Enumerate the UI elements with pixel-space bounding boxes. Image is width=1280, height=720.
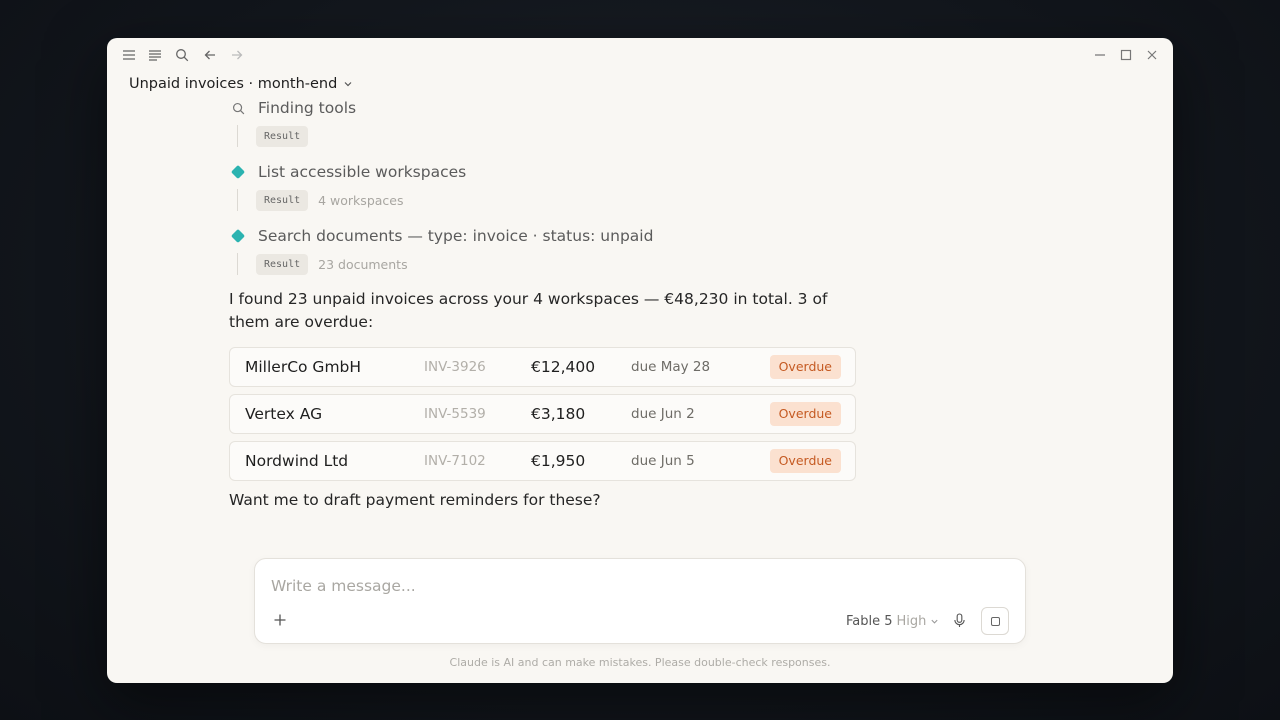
- invoice-amount: €1,950: [531, 452, 586, 470]
- tool-step: List accessible workspaces Result 4 work…: [230, 161, 466, 211]
- maximize-icon[interactable]: [1118, 47, 1134, 63]
- conversation-title: Unpaid invoices · month-end: [129, 76, 338, 92]
- minimize-icon[interactable]: [1092, 47, 1108, 63]
- invoice-company: Nordwind Ltd: [245, 452, 349, 470]
- back-arrow-icon[interactable]: [202, 47, 218, 63]
- microphone-icon: [953, 612, 965, 627]
- invoice-due: due Jun 2: [631, 406, 695, 422]
- tool-step: Search documents — type: invoice · statu…: [230, 225, 653, 275]
- result-meta: 23 documents: [318, 256, 408, 272]
- invoice-row: Nordwind Ltd INV-7102 €1,950 due Jun 5 O…: [229, 441, 856, 481]
- status-badge: Overdue: [769, 449, 841, 473]
- stop-icon: [990, 616, 1000, 626]
- model-name: Fable 5: [846, 613, 893, 629]
- invoice-company: MillerCo GmbH: [245, 358, 362, 376]
- model-level: High: [896, 613, 927, 629]
- invoice-due: due Jun 5: [631, 453, 695, 469]
- invoice-row: Vertex AG INV-5539 €3,180 due Jun 2 Over…: [229, 394, 856, 434]
- invoice-due: due May 28: [631, 359, 711, 375]
- invoice-company: Vertex AG: [245, 405, 323, 423]
- search-icon: [230, 100, 246, 116]
- invoice-row: MillerCo GmbH INV-3926 €12,400 due May 2…: [229, 347, 856, 387]
- result-meta: 4 workspaces: [318, 192, 404, 208]
- step-result: Result 4 workspaces: [237, 189, 403, 211]
- chevron-down-icon: [931, 619, 938, 624]
- forward-arrow-icon[interactable]: [229, 47, 245, 63]
- plus-icon: [274, 614, 286, 626]
- model-selector[interactable]: Fable 5 High: [846, 611, 939, 631]
- stop-button[interactable]: [981, 607, 1009, 635]
- invoice-id: INV-5539: [424, 406, 486, 422]
- step-result: Result 23 documents: [237, 253, 408, 275]
- step-label[interactable]: Search documents — type: invoice · statu…: [258, 227, 653, 245]
- conversation-title-dropdown[interactable]: Unpaid invoices · month-end: [129, 76, 353, 92]
- status-badge: Overdue: [769, 402, 841, 426]
- invoice-amount: €3,180: [531, 405, 586, 423]
- invoice-amount: €12,400: [531, 358, 596, 376]
- invoice-id: INV-3926: [424, 359, 486, 375]
- disclaimer: Claude is AI and can make mistakes. Plea…: [449, 656, 831, 669]
- invoice-id: INV-7102: [424, 453, 486, 469]
- result-chip[interactable]: Result: [256, 253, 309, 275]
- close-icon[interactable]: [1144, 47, 1160, 63]
- assistant-answer: I found 23 unpaid invoices across your 4…: [229, 290, 828, 331]
- app-window: Unpaid invoices · month-end Finding tool…: [107, 38, 1173, 683]
- sidebar-toggle-icon[interactable]: [121, 47, 137, 63]
- search-icon[interactable]: [174, 47, 190, 63]
- diamond-icon: [230, 164, 246, 180]
- result-chip[interactable]: Result: [256, 189, 309, 211]
- step-label[interactable]: Finding tools: [258, 99, 356, 117]
- result-chip[interactable]: Result: [256, 125, 309, 147]
- tool-step: Finding tools Result: [230, 97, 356, 147]
- assistant-followup: Want me to draft payment reminders for t…: [229, 491, 601, 509]
- menu-icon[interactable]: [147, 47, 163, 63]
- message-composer: Fable 5 High: [254, 558, 1026, 644]
- status-badge: Overdue: [769, 355, 841, 379]
- chevron-down-icon: [344, 82, 352, 87]
- step-label[interactable]: List accessible workspaces: [258, 163, 466, 181]
- diamond-icon: [230, 228, 246, 244]
- add-attachment-button[interactable]: [271, 611, 289, 629]
- microphone-button[interactable]: [950, 611, 968, 629]
- message-input[interactable]: [271, 573, 971, 599]
- top-toolbar: [107, 38, 1173, 72]
- step-result: Result: [237, 125, 318, 147]
